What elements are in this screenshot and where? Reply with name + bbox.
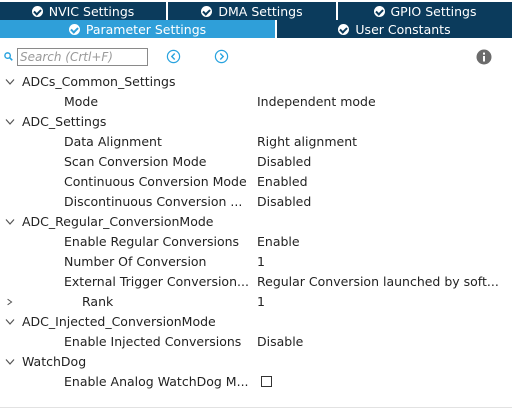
- analog-watchdog-checkbox[interactable]: [261, 376, 272, 387]
- param-label: Data Alignment: [64, 134, 162, 149]
- param-label: Enable Regular Conversions: [64, 234, 240, 249]
- param-row-scan-conversion-mode[interactable]: Scan Conversion Mode Disabled: [0, 152, 512, 172]
- param-value[interactable]: Disabled: [257, 192, 505, 212]
- tab-gpio-settings[interactable]: GPIO Settings: [338, 2, 512, 20]
- param-value[interactable]: Independent mode: [257, 92, 505, 112]
- tab-label: Parameter Settings: [85, 21, 207, 37]
- search-icon: [4, 52, 13, 61]
- group-label: ADC_Settings: [22, 114, 107, 129]
- tree-group-adc-settings[interactable]: ADC_Settings: [0, 112, 512, 132]
- tab-dma-settings[interactable]: DMA Settings: [168, 2, 338, 20]
- param-label: Number Of Conversion: [64, 254, 207, 269]
- param-value[interactable]: Enabled: [257, 172, 505, 192]
- tree-group-adc-regular-conversion-mode[interactable]: ADC_Regular_ConversionMode: [0, 212, 512, 232]
- tree-group-adcs-common-settings[interactable]: ADCs_Common_Settings: [0, 72, 512, 92]
- param-label: Scan Conversion Mode: [64, 154, 207, 169]
- param-row-data-alignment[interactable]: Data Alignment Right alignment: [0, 132, 512, 152]
- param-value[interactable]: Disable: [257, 332, 505, 352]
- param-label: Rank: [82, 294, 114, 309]
- tab-user-constants[interactable]: User Constants: [277, 20, 512, 38]
- tree-group-adc-injected-conversion-mode[interactable]: ADC_Injected_ConversionMode: [0, 312, 512, 332]
- check-circle-icon: [31, 5, 43, 17]
- toolbar: [0, 46, 512, 70]
- previous-icon[interactable]: [166, 49, 181, 64]
- param-row-number-of-conversion[interactable]: Number Of Conversion 1: [0, 252, 512, 272]
- param-value[interactable]: Disabled: [257, 152, 505, 172]
- chevron-down-icon[interactable]: [5, 118, 15, 126]
- info-icon[interactable]: [476, 49, 492, 65]
- tab-nvic-settings[interactable]: NVIC Settings: [0, 2, 168, 20]
- tab-parameter-settings[interactable]: Parameter Settings: [0, 20, 277, 38]
- check-circle-icon: [201, 5, 213, 17]
- chevron-down-icon[interactable]: [5, 218, 15, 226]
- param-label: Continuous Conversion Mode: [64, 174, 247, 189]
- chevron-right-icon[interactable]: [6, 297, 14, 307]
- param-label: External Trigger Conversion...: [64, 274, 249, 289]
- group-label: ADCs_Common_Settings: [22, 74, 176, 89]
- param-row-enable-regular-conversions[interactable]: Enable Regular Conversions Enable: [0, 232, 512, 252]
- primary-tab-bar: Parameter Settings User Constants: [0, 20, 512, 38]
- next-icon[interactable]: [214, 49, 229, 64]
- param-row-continuous-conversion-mode[interactable]: Continuous Conversion Mode Enabled: [0, 172, 512, 192]
- tree-group-rank[interactable]: Rank 1: [0, 292, 512, 312]
- tab-label: DMA Settings: [218, 3, 303, 19]
- secondary-tab-bar: NVIC Settings DMA Settings GPIO Settings: [0, 2, 512, 20]
- chevron-down-icon[interactable]: [5, 78, 15, 86]
- divider: [0, 407, 512, 408]
- param-value[interactable]: Regular Conversion launched by soft...: [257, 272, 505, 292]
- tree-group-watchdog[interactable]: WatchDog: [0, 352, 512, 372]
- param-label: Discontinuous Conversion ...: [64, 194, 243, 209]
- param-value[interactable]: 1: [257, 252, 505, 272]
- param-value[interactable]: Enable: [257, 232, 505, 252]
- search-input[interactable]: [17, 48, 148, 66]
- param-label: Enable Injected Conversions: [64, 334, 242, 349]
- param-value[interactable]: Right alignment: [257, 132, 505, 152]
- group-label: ADC_Injected_ConversionMode: [22, 314, 216, 329]
- tab-label: User Constants: [355, 21, 451, 37]
- param-value[interactable]: 1: [257, 292, 505, 312]
- param-row-enable-analog-watchdog[interactable]: Enable Analog WatchDog M...: [0, 372, 512, 392]
- tab-label: NVIC Settings: [48, 3, 135, 19]
- tab-label: GPIO Settings: [390, 3, 477, 19]
- check-circle-icon: [373, 5, 385, 17]
- param-label: Mode: [64, 94, 99, 109]
- param-row-enable-injected-conversions[interactable]: Enable Injected Conversions Disable: [0, 332, 512, 352]
- parameter-tree: ADCs_Common_Settings Mode Independent mo…: [0, 72, 512, 392]
- check-circle-icon: [68, 23, 80, 35]
- param-label: Enable Analog WatchDog M...: [64, 374, 249, 389]
- chevron-down-icon[interactable]: [5, 358, 15, 366]
- param-row-discontinuous-conversion[interactable]: Discontinuous Conversion ... Disabled: [0, 192, 512, 212]
- group-label: ADC_Regular_ConversionMode: [22, 214, 214, 229]
- param-row-mode[interactable]: Mode Independent mode: [0, 92, 512, 112]
- check-circle-icon: [338, 23, 350, 35]
- group-label: WatchDog: [22, 354, 87, 369]
- param-row-external-trigger-conversion[interactable]: External Trigger Conversion... Regular C…: [0, 272, 512, 292]
- chevron-down-icon[interactable]: [5, 318, 15, 326]
